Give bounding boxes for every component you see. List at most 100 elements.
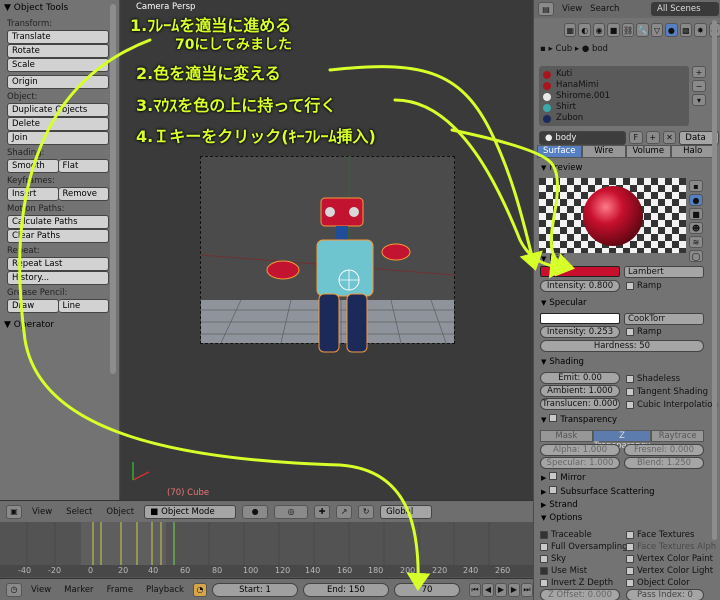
properties-scrollbar[interactable]	[712, 20, 717, 540]
orientation-dropdown[interactable]: Global	[380, 504, 433, 519]
z-offset-slider[interactable]: Z Offset: 0.000	[540, 589, 620, 600]
view-menu[interactable]: View	[28, 507, 56, 517]
preview-monkey-icon[interactable]: ☻	[689, 222, 703, 234]
shading-panel-header[interactable]: ▼ Shading	[537, 355, 715, 369]
alpha-slider[interactable]: Alpha: 1.000	[540, 444, 620, 456]
transparency-specular-slider[interactable]: Specular: 1.000	[540, 457, 620, 469]
scale-button[interactable]: Scale	[7, 58, 109, 72]
translate-manip-icon[interactable]: ↗	[336, 504, 353, 519]
traceable-checkbox[interactable]: Traceable	[540, 530, 592, 540]
list-item[interactable]: Zubon	[543, 113, 685, 124]
strand-panel-header[interactable]: ▶ Strand	[537, 498, 715, 512]
list-item[interactable]: HanaMimi	[543, 80, 685, 91]
full-oversampling-checkbox[interactable]: Full Oversampling	[540, 542, 628, 552]
mode-dropdown[interactable]: ■ Object Mode	[144, 504, 237, 519]
tools-scrollbar[interactable]	[110, 4, 116, 374]
rotate-manip-icon[interactable]: ↻	[358, 504, 375, 519]
diffuse-shader-dropdown[interactable]: Lambert	[624, 266, 704, 278]
jump-end-icon[interactable]: ⏭	[520, 582, 533, 597]
sss-checkbox[interactable]	[549, 486, 558, 494]
calculate-paths-button[interactable]: Calculate Paths	[7, 215, 109, 229]
transparency-panel-header[interactable]: ▼ Transparency	[537, 413, 715, 427]
specular-color-swatch[interactable]	[540, 313, 620, 324]
editor-type-icon[interactable]: ◷	[6, 582, 22, 597]
smooth-button[interactable]: Smooth	[7, 159, 59, 173]
draw-button[interactable]: Draw	[7, 299, 59, 313]
crumb-object[interactable]: Cub	[555, 44, 572, 54]
tab-volume[interactable]: Volume	[626, 145, 671, 158]
sky-checkbox[interactable]: Sky	[540, 554, 566, 564]
texture-tab-icon[interactable]: ▩	[679, 23, 693, 37]
props-view-menu[interactable]: View	[562, 4, 582, 14]
modifiers-tab-icon[interactable]: 🔧	[636, 23, 649, 37]
diffuse-panel-header[interactable]: ▼ Diff	[537, 252, 715, 266]
end-frame-field[interactable]: End: 150	[302, 582, 389, 597]
face-textures-checkbox[interactable]: Face Textures	[626, 530, 694, 540]
timeline-view-menu[interactable]: View	[27, 585, 55, 595]
tab-raytrace[interactable]: Raytrace	[651, 430, 705, 442]
specular-intensity-slider[interactable]: Intensity: 0.253	[540, 326, 620, 338]
sss-panel-header[interactable]: ▶ Subsurface Scattering	[537, 485, 715, 499]
face-textures-alpha-checkbox[interactable]: Face Textures Alph	[626, 542, 716, 552]
blend-slider[interactable]: Blend: 1.250	[624, 457, 704, 469]
list-item[interactable]: Kuti	[543, 69, 685, 80]
marker-menu[interactable]: Marker	[60, 585, 97, 595]
options-panel-header[interactable]: ▼ Options	[537, 511, 715, 525]
object-color-checkbox[interactable]: Object Color	[626, 578, 690, 588]
material-name-field[interactable]: ● body	[539, 131, 626, 145]
tab-z-transparency[interactable]: Z Transparency	[592, 430, 652, 451]
ambient-slider[interactable]: Ambient: 1.000	[540, 385, 620, 397]
transparency-checkbox[interactable]	[549, 414, 558, 422]
data-tab-icon[interactable]: ▽	[650, 23, 664, 37]
crumb-material[interactable]: bod	[592, 44, 608, 54]
line-button[interactable]: Line	[58, 299, 109, 313]
vertex-color-paint-checkbox[interactable]: Vertex Color Paint	[626, 554, 713, 564]
preview-hair-icon[interactable]: ≋	[689, 236, 703, 248]
next-keyframe-icon[interactable]: ▶	[507, 582, 520, 597]
rotate-button[interactable]: Rotate	[7, 44, 109, 58]
particles-tab-icon[interactable]: ✸	[694, 23, 707, 37]
mirror-checkbox[interactable]	[549, 472, 558, 480]
fresnel-slider[interactable]: Fresnel: 0.000	[624, 444, 704, 456]
select-menu[interactable]: Select	[62, 507, 96, 517]
frame-menu[interactable]: Frame	[103, 585, 137, 595]
remove-keyframe-button[interactable]: Remove	[58, 187, 109, 201]
flat-button[interactable]: Flat	[58, 159, 109, 173]
playback-menu[interactable]: Playback	[142, 585, 188, 595]
pass-index-slider[interactable]: Pass Index: 0	[626, 589, 704, 600]
add-slot-icon[interactable]: +	[692, 66, 706, 78]
play-icon[interactable]: ▶	[494, 582, 507, 597]
translate-button[interactable]: Translate	[7, 30, 109, 44]
tab-wire[interactable]: Wire	[581, 145, 626, 158]
unlink-material-icon[interactable]: ✕	[662, 131, 677, 144]
tab-mask[interactable]: Mask	[540, 430, 593, 442]
specular-panel-header[interactable]: ▼ Specular	[537, 296, 715, 310]
object-tools-header[interactable]: ▼ Object Tools	[0, 0, 119, 16]
object-tab-icon[interactable]: ■	[607, 23, 620, 37]
vertex-color-light-checkbox[interactable]: Vertex Color Light	[626, 566, 713, 576]
history-button[interactable]: History...	[7, 271, 109, 285]
diffuse-color-swatch[interactable]	[540, 266, 620, 277]
shading-mode-icon[interactable]: ●	[242, 504, 269, 519]
remove-slot-icon[interactable]: −	[692, 80, 706, 92]
slot-menu-icon[interactable]: ▾	[692, 94, 706, 106]
object-menu[interactable]: Object	[102, 507, 138, 517]
emit-slider[interactable]: Emit: 0.00	[540, 372, 620, 384]
start-frame-field[interactable]: Start: 1	[211, 582, 298, 597]
tab-surface[interactable]: Surface	[537, 145, 582, 158]
invert-z-checkbox[interactable]: Invert Z Depth	[540, 578, 613, 588]
insert-keyframe-button[interactable]: Insert	[7, 187, 59, 201]
editor-type-icon[interactable]: ▤	[538, 2, 554, 16]
material-tab-icon[interactable]: ●	[665, 23, 678, 37]
add-material-icon[interactable]: +	[645, 131, 660, 144]
diffuse-ramp-checkbox[interactable]: Ramp	[626, 281, 662, 291]
preview-flat-icon[interactable]: ▪	[689, 180, 703, 192]
delete-button[interactable]: Delete	[7, 117, 109, 131]
cubic-interpolation-checkbox[interactable]: Cubic Interpolation	[626, 400, 718, 410]
pivot-icon[interactable]: ◎	[274, 504, 309, 519]
material-slot-list[interactable]: Kuti HanaMimi Shirome.001 Shirt Zubon	[539, 66, 689, 126]
clear-paths-button[interactable]: Clear Paths	[7, 229, 109, 243]
prev-keyframe-icon[interactable]: ◀	[481, 582, 494, 597]
preview-cube-icon[interactable]: ■	[689, 208, 703, 220]
scenes-dropdown[interactable]: All Scenes	[651, 2, 719, 16]
